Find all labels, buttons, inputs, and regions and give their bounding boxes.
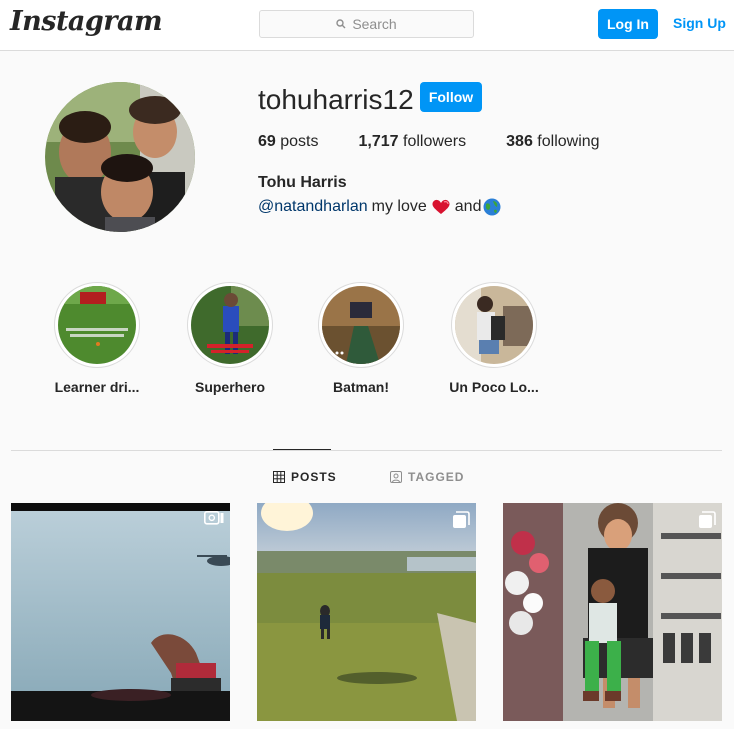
followers-stat[interactable]: 1,717 followers <box>359 133 467 151</box>
profile-bio: @natandharlan my love and <box>258 198 501 216</box>
highlight-label: Un Poco Lo... <box>449 379 539 395</box>
highlight-ring[interactable] <box>54 282 140 368</box>
tab-posts[interactable]: POSTS <box>273 470 337 484</box>
post-thumbnail[interactable] <box>503 503 722 721</box>
heart-emoji-icon <box>432 199 450 214</box>
highlight-thumbnail <box>58 286 136 364</box>
story-highlight-batman[interactable]: Batman! <box>291 282 431 395</box>
profile-avatar[interactable] <box>45 82 195 232</box>
top-navigation-bar: Instagram Search Log In Sign Up <box>0 0 734 51</box>
bio-mention-link[interactable]: @natandharlan <box>258 198 368 216</box>
highlight-thumbnail <box>455 286 533 364</box>
highlight-ring[interactable] <box>187 282 273 368</box>
profile-username: tohuharris12 <box>258 84 414 115</box>
search-input[interactable]: Search <box>259 10 474 38</box>
instagram-logo[interactable]: Instagram <box>10 6 163 37</box>
profile-stats: 69 posts 1,717 followers 386 following <box>258 133 640 151</box>
highlight-ring[interactable] <box>318 282 404 368</box>
signup-link[interactable]: Sign Up <box>673 15 726 31</box>
globe-emoji-icon <box>483 198 501 216</box>
highlight-label: Superhero <box>194 379 265 395</box>
multiple-photos-icon <box>453 511 470 528</box>
tab-posts-label: POSTS <box>291 470 337 484</box>
story-highlight-learner[interactable]: Learner dri... <box>27 282 167 395</box>
post-thumbnail[interactable] <box>257 503 476 721</box>
video-icon <box>204 511 224 525</box>
posts-stat: 69 posts <box>258 133 319 151</box>
tagged-icon <box>390 471 402 483</box>
follow-button[interactable]: Follow <box>420 82 482 112</box>
posts-label: posts <box>280 133 319 150</box>
grid-icon <box>273 471 285 483</box>
bio-text: my love <box>371 198 427 215</box>
highlight-thumbnail <box>322 286 400 364</box>
followers-label: followers <box>403 133 467 150</box>
posts-count: 69 <box>258 133 276 150</box>
tab-tagged[interactable]: TAGGED <box>390 470 464 484</box>
search-icon <box>336 19 346 29</box>
tabs-divider <box>11 450 722 451</box>
highlight-label: Learner dri... <box>54 379 140 395</box>
search-placeholder: Search <box>352 16 397 32</box>
highlight-thumbnail <box>191 286 269 364</box>
multiple-photos-icon <box>699 511 716 528</box>
bio-text-and: and <box>454 198 482 215</box>
tab-tagged-label: TAGGED <box>408 470 465 484</box>
story-highlight-un-poco-loco[interactable]: Un Poco Lo... <box>424 282 564 395</box>
post-thumbnail[interactable] <box>11 503 230 721</box>
active-tab-indicator <box>273 449 331 450</box>
highlight-label: Batman! <box>332 379 389 395</box>
profile-full-name: Tohu Harris <box>258 174 347 191</box>
story-highlight-superhero[interactable]: Superhero <box>160 282 300 395</box>
login-button[interactable]: Log In <box>598 9 658 39</box>
following-label: following <box>537 133 600 150</box>
followers-count: 1,717 <box>358 133 399 150</box>
highlight-ring[interactable] <box>451 282 537 368</box>
following-stat[interactable]: 386 following <box>506 133 599 151</box>
following-count: 386 <box>506 133 533 150</box>
